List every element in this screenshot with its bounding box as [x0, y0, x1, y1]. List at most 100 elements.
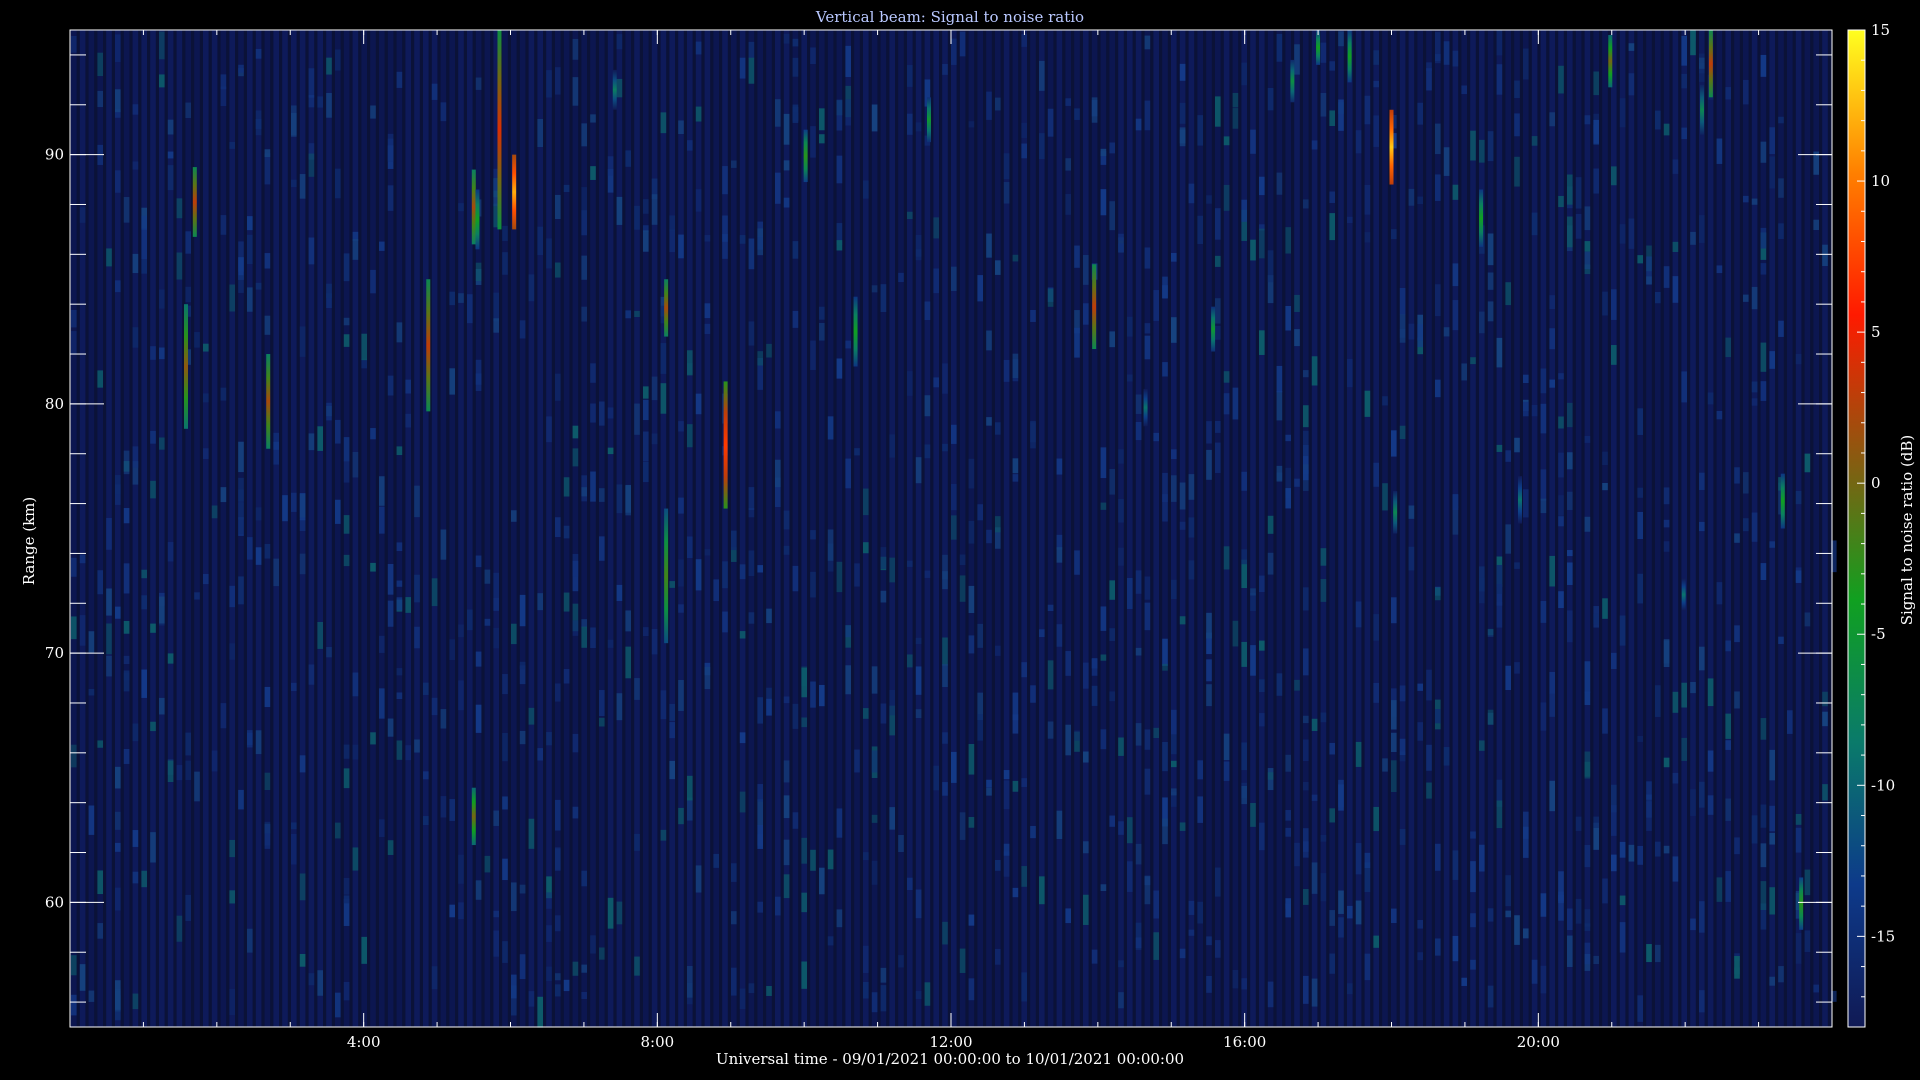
noise-speck [308, 973, 315, 986]
noise-speck [308, 433, 315, 451]
noise-speck [1188, 183, 1195, 204]
echo-column [475, 189, 480, 250]
noise-speck [1276, 33, 1283, 62]
noise-speck [379, 506, 385, 534]
noise-speck [1725, 798, 1731, 821]
noise-speck [1276, 365, 1283, 393]
noise-speck [475, 77, 482, 90]
noise-speck [863, 708, 869, 719]
noise-stripe [1232, 30, 1239, 1027]
noise-speck [379, 241, 385, 251]
noise-speck [1382, 396, 1388, 406]
noise-speck [739, 631, 746, 639]
noise-stripe [757, 30, 763, 1027]
noise-stripe [484, 30, 491, 1027]
noise-speck [273, 432, 279, 465]
noise-speck [528, 991, 535, 1007]
noise-speck [959, 575, 966, 602]
noise-speck [238, 477, 244, 502]
noise-speck [986, 233, 992, 258]
noise-stripe [1655, 30, 1661, 1027]
noise-speck [1303, 587, 1309, 611]
noise-speck [1320, 42, 1327, 63]
noise-stripe [1461, 30, 1467, 1027]
noise-speck [599, 401, 605, 426]
noise-speck [889, 434, 895, 458]
noise-speck [792, 310, 799, 328]
noise-speck [783, 160, 790, 171]
echo-column [664, 279, 669, 337]
noise-speck [115, 811, 121, 830]
noise-speck [264, 315, 271, 335]
noise-speck [1804, 612, 1811, 627]
noise-stripe [1100, 30, 1107, 1027]
noise-speck [1056, 810, 1063, 839]
noise-speck [299, 873, 306, 901]
echo-column [266, 354, 271, 449]
noise-speck [1294, 478, 1300, 487]
noise-stripe [748, 30, 755, 1027]
noise-speck [1232, 969, 1239, 989]
noise-speck [502, 858, 508, 881]
noise-speck [1259, 679, 1265, 693]
noise-speck [695, 189, 702, 212]
noise-speck [1514, 562, 1520, 569]
noise-speck [1303, 715, 1309, 724]
noise-speck [1100, 729, 1107, 750]
noise-speck [1540, 368, 1547, 394]
noise-speck [387, 563, 394, 595]
noise-stripe [1329, 30, 1335, 1027]
noise-speck [1743, 472, 1749, 494]
noise-stripe [1681, 30, 1687, 1027]
noise-speck [581, 187, 587, 219]
noise-speck [1135, 723, 1142, 746]
noise-speck [1303, 781, 1309, 791]
noise-speck [792, 241, 799, 259]
noise-speck [634, 833, 640, 851]
noise-speck [1452, 263, 1459, 287]
noise-speck [1373, 682, 1379, 703]
noise-speck [1223, 733, 1230, 761]
noise-speck [995, 260, 1001, 275]
noise-stripe [1408, 30, 1415, 1027]
noise-speck [1012, 254, 1019, 262]
noise-stripe [1303, 30, 1309, 1027]
noise-stripe [71, 30, 77, 1027]
noise-speck [1065, 651, 1071, 676]
noise-speck [722, 166, 728, 195]
noise-speck [343, 253, 350, 282]
noise-speck [335, 49, 341, 71]
noise-speck [660, 112, 667, 134]
noise-speck [519, 661, 526, 670]
noise-stripe [1355, 30, 1362, 1027]
noise-speck [1751, 381, 1758, 393]
noise-speck [616, 34, 623, 50]
noise-speck [220, 86, 227, 107]
noise-speck [669, 703, 675, 721]
noise-speck [185, 286, 191, 303]
noise-speck [1567, 174, 1573, 205]
noise-speck [933, 377, 939, 388]
noise-speck [1716, 265, 1723, 274]
noise-speck [563, 184, 570, 193]
noise-speck [1743, 294, 1749, 302]
noise-speck [1109, 815, 1115, 827]
noise-speck [739, 235, 746, 244]
noise-speck [1241, 62, 1247, 86]
noise-speck [581, 991, 587, 999]
noise-stripe [255, 30, 262, 1027]
noise-speck [1725, 713, 1731, 739]
noise-speck [1487, 131, 1494, 162]
noise-speck [264, 824, 271, 849]
noise-speck [299, 553, 306, 575]
noise-speck [475, 651, 482, 667]
noise-speck [836, 909, 843, 928]
noise-stripe [1030, 30, 1036, 1027]
noise-speck [1514, 437, 1520, 453]
noise-speck [502, 674, 508, 695]
noise-speck [115, 766, 121, 789]
noise-speck [1065, 724, 1071, 756]
noise-stripe [704, 30, 711, 1027]
noise-speck [546, 238, 552, 269]
noise-speck [1329, 61, 1335, 71]
